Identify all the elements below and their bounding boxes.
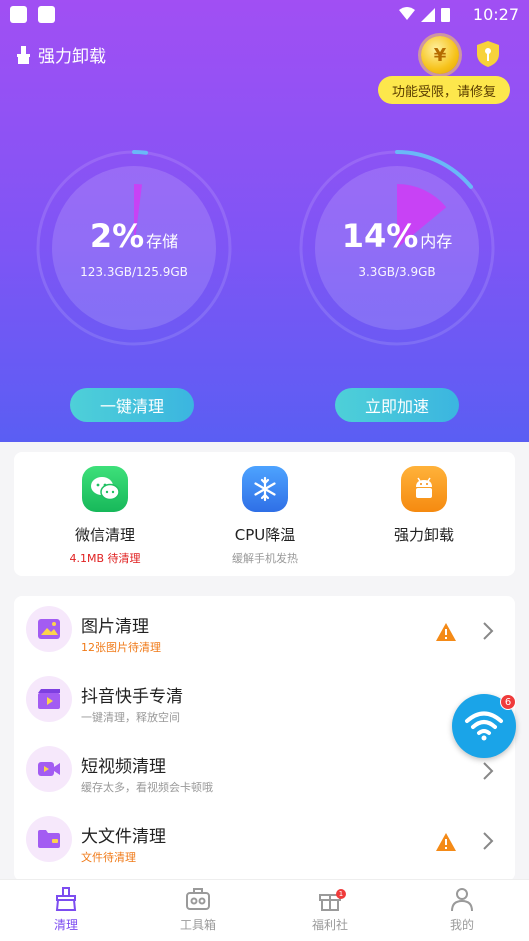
quick-action-title: 微信清理 [74,526,135,544]
quick-action-title: CPU降温 [234,526,296,544]
folder-icon [26,816,72,862]
quick-action-sub: 缓解手机发热 [232,552,298,565]
quick-action-wechat-clean[interactable]: 微信清理 4.1MB 待清理 [40,466,170,566]
boost-now-button[interactable]: 立即加速 [335,388,459,422]
list-item-title: 短视频清理 [81,757,166,777]
toolbox-icon [186,888,210,910]
tab-clean[interactable]: 清理 [26,886,106,933]
hero-header: 10:27 强力卸载 ¥ 功能受限，请修复 2% 存储 123.3GB/125.… [0,0,529,442]
notification-icon [10,6,27,23]
clock: 10:27 [472,5,519,24]
shield-key-icon[interactable] [476,40,500,68]
signal-battery-icon [399,7,450,22]
notification-icon [38,6,55,23]
tab-label: 工具箱 [179,918,216,932]
tab-mine[interactable]: 我的 [422,886,502,933]
quick-action-uninstall[interactable]: 强力卸载 [359,466,489,545]
list-item-sub: 一键清理，释放空间 [81,711,180,724]
list-item-douyin-clean[interactable]: 抖音快手专清 一键清理，释放空间 [14,666,515,736]
broom-icon [17,45,30,64]
list-item-sub: 文件待清理 [81,851,136,864]
tab-welfare[interactable]: 1 福利社 [290,886,370,933]
list-item-title: 抖音快手专清 [81,687,183,707]
list-item-short-video-clean[interactable]: 短视频清理 缓存太多，看视频会卡顿哦 [14,736,515,806]
storage-label: 存储 [146,232,179,251]
title-label: 强力卸载 [38,47,106,67]
floating-badge: 6 [500,694,516,710]
memory-percent: 14% [341,217,419,255]
tab-label: 清理 [53,918,78,932]
coin-icon[interactable]: ¥ [421,36,459,74]
quick-action-cpu-cool[interactable]: CPU降温 缓解手机发热 [200,466,330,566]
storage-percent: 2% [89,217,145,255]
memory-gauge[interactable]: 14% 内存 3.3GB/3.9GB [299,150,495,346]
tab-label: 我的 [449,918,474,932]
image-icon [26,606,72,652]
video-clip-icon [26,676,72,722]
list-item-large-file-clean[interactable]: 大文件清理 文件待清理 [14,806,515,876]
clean-list: 图片清理 12张图片待清理 抖音快手专清 一键清理，释放空间 短视频清理 缓存太… [14,596,515,881]
storage-usage: 123.3GB/125.9GB [80,265,188,279]
tab-badge: 1 [336,889,346,899]
memory-label: 内存 [420,232,453,251]
list-item-title: 大文件清理 [81,827,166,847]
list-item-title: 图片清理 [81,617,149,637]
chevron-right-icon [483,622,494,640]
wechat-icon [82,466,128,512]
one-click-clean-button[interactable]: 一键清理 [70,388,194,422]
quick-action-sub: 4.1MB 待清理 [69,552,141,565]
broom-icon [55,887,77,911]
chevron-right-icon [483,832,494,850]
quick-action-title: 强力卸载 [393,526,454,544]
page-title[interactable]: 强力卸载 [16,42,106,67]
list-item-image-clean[interactable]: 图片清理 12张图片待清理 [14,596,515,666]
bottom-tab-bar: 清理 工具箱 1 福利社 我的 [0,879,529,941]
video-camera-icon [26,746,72,792]
warning-icon [436,623,456,641]
list-item-sub: 12张图片待清理 [81,641,161,654]
memory-usage: 3.3GB/3.9GB [358,265,436,279]
warning-icon [436,833,456,851]
list-item-sub: 缓存太多，看视频会卡顿哦 [81,781,213,794]
status-bar: 10:27 [0,0,529,30]
repair-warning[interactable]: 功能受限，请修复 [378,76,510,104]
tab-toolbox[interactable]: 工具箱 [158,886,238,933]
tab-label: 福利社 [311,918,348,932]
quick-actions-card: 微信清理 4.1MB 待清理 CPU降温 缓解手机发热 强力卸载 [14,452,515,576]
android-icon [401,466,447,512]
storage-gauge[interactable]: 2% 存储 123.3GB/125.9GB [36,150,232,346]
snowflake-icon [242,466,288,512]
user-icon [451,888,473,912]
chevron-right-icon [483,762,494,780]
wifi-icon [465,711,503,741]
